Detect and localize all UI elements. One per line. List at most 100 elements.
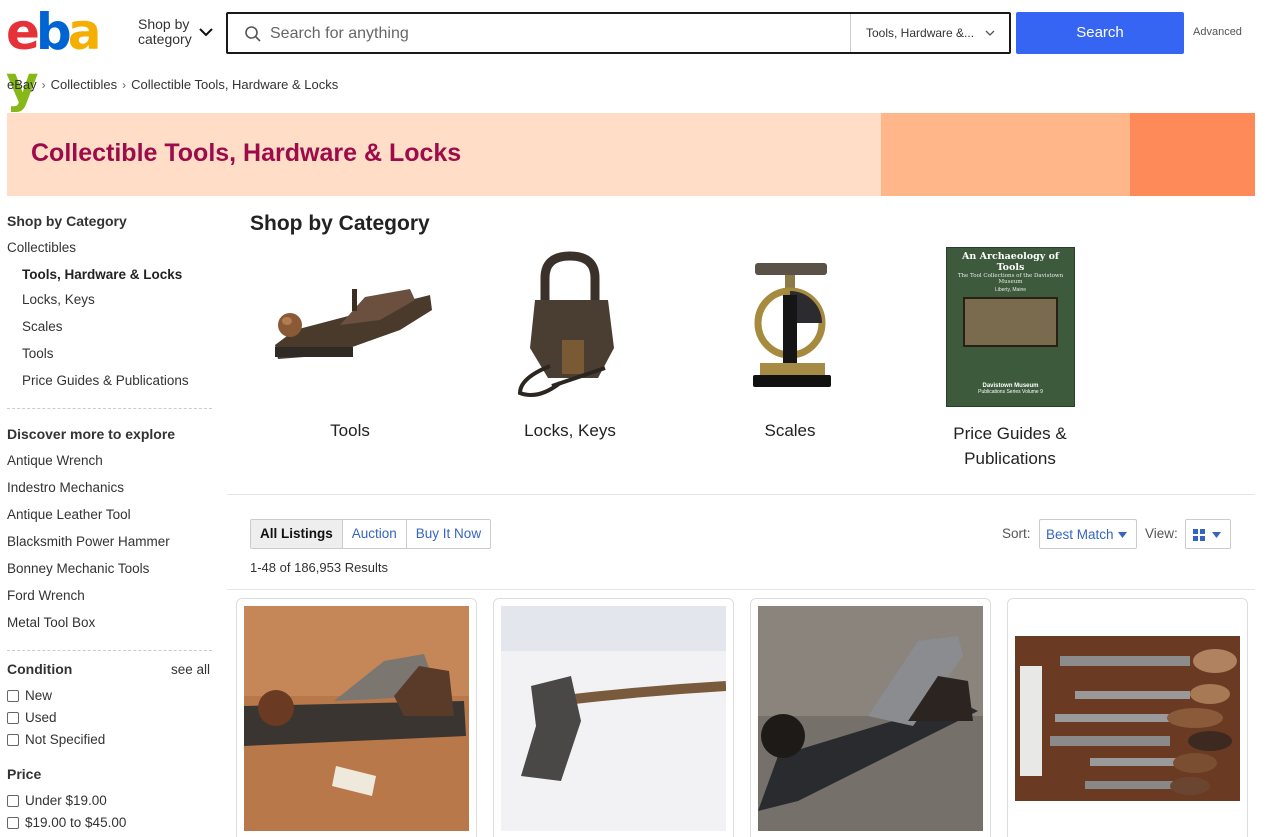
logo-letter-a: a	[67, 3, 102, 61]
listing-card[interactable]	[750, 598, 991, 837]
category-tile-label[interactable]: Locks, Keys	[505, 421, 635, 441]
category-select-value: Tools, Hardware &...	[866, 26, 975, 40]
category-select[interactable]: Tools, Hardware &...	[850, 14, 1009, 52]
book-cover-image[interactable]: An Archaeology of Tools The Tool Collect…	[946, 247, 1075, 407]
header: ebay Shop by category Tools, Hardware &.…	[0, 0, 1274, 110]
checkbox[interactable]	[7, 689, 19, 702]
ebay-logo[interactable]: ebay	[6, 3, 126, 110]
banner-block	[1130, 113, 1255, 196]
divider	[227, 494, 1255, 495]
results-count: 1-48 of 186,953 Results	[250, 560, 389, 575]
checkbox[interactable]	[7, 711, 19, 724]
discover-item[interactable]: Metal Tool Box	[7, 615, 95, 630]
discover-item[interactable]: Ford Wrench	[7, 588, 85, 603]
book-title-text: An Archaeology of Tools	[961, 251, 1060, 273]
filter-option[interactable]: Under $19.00	[7, 793, 107, 808]
chevron-right-icon: ›	[122, 78, 127, 92]
padlock-image[interactable]	[490, 248, 650, 408]
sidebar-item[interactable]: Scales	[22, 319, 63, 334]
sidebar-item-collectibles[interactable]: Collectibles	[7, 240, 76, 255]
caret-down-icon	[1212, 532, 1221, 538]
category-tile-line: Publications	[964, 449, 1056, 468]
sidebar-heading: Discover more to explore	[7, 426, 176, 442]
tab-auction[interactable]: Auction	[341, 520, 406, 548]
book-series-text: Publications Series Volume 9	[978, 389, 1043, 395]
caret-down-icon	[1118, 532, 1127, 538]
view-toggle[interactable]	[1185, 519, 1231, 549]
listing-image[interactable]	[758, 606, 983, 831]
discover-item[interactable]: Antique Wrench	[7, 453, 103, 468]
sidebar-heading: Shop by Category	[7, 213, 127, 229]
logo-letter-e: e	[6, 3, 40, 61]
page-title: Collectible Tools, Hardware & Locks	[31, 139, 462, 167]
book-subtitle-text: The Tool Collections of the Davistown Mu…	[957, 273, 1064, 285]
logo-letter-b: b	[35, 3, 72, 61]
shop-by-line1: Shop by	[138, 16, 190, 32]
breadcrumb-item[interactable]: eBay	[7, 77, 37, 92]
sidebar-item[interactable]: Locks, Keys	[22, 292, 95, 307]
sidebar-item[interactable]: Tools	[22, 346, 54, 361]
search-bar: Tools, Hardware &...	[226, 12, 1011, 54]
filter-option-label: $19.00 to $45.00	[25, 815, 127, 830]
book-place-text: Liberty, Maine	[994, 287, 1027, 293]
divider	[227, 589, 1255, 590]
search-button[interactable]: Search	[1016, 12, 1184, 54]
scale-image[interactable]	[735, 255, 845, 395]
sidebar-item-current[interactable]: Tools, Hardware & Locks	[22, 267, 182, 282]
view-label: View:	[1145, 526, 1178, 541]
filter-option[interactable]: $19.00 to $45.00	[7, 815, 126, 830]
shop-by-category-button[interactable]: Shop by category	[138, 17, 192, 47]
checkbox[interactable]	[7, 733, 19, 746]
chevron-right-icon: ›	[41, 78, 46, 92]
chevron-down-icon	[985, 30, 995, 36]
see-all-link[interactable]: see all	[171, 662, 210, 677]
search-icon	[245, 26, 261, 42]
filter-option[interactable]: Not Specified	[7, 732, 105, 747]
breadcrumb-item[interactable]: Collectibles	[51, 77, 117, 92]
filter-heading-price: Price	[7, 766, 42, 782]
filter-option-label: Under $19.00	[25, 793, 107, 808]
listing-image[interactable]	[501, 606, 726, 831]
category-tile-label[interactable]: Price Guides & Publications	[920, 421, 1100, 471]
divider	[7, 650, 212, 651]
listing-card[interactable]	[236, 598, 477, 837]
grid-view-icon	[1193, 529, 1205, 541]
checkbox[interactable]	[7, 794, 19, 807]
shop-by-line2: category	[138, 31, 192, 47]
filter-option-label: New	[25, 688, 53, 703]
filter-option[interactable]: New	[7, 688, 52, 703]
divider	[7, 408, 212, 409]
filter-heading-condition: Condition	[7, 661, 73, 677]
listing-image[interactable]	[1015, 606, 1240, 831]
category-tile-label[interactable]: Scales	[745, 421, 835, 441]
filter-option[interactable]: Used	[7, 710, 57, 725]
advanced-search-link[interactable]: Advanced	[1193, 26, 1242, 38]
discover-item[interactable]: Indestro Mechanics	[7, 480, 124, 495]
discover-item[interactable]: Blacksmith Power Hammer	[7, 534, 170, 549]
category-tile-line: Price Guides &	[953, 424, 1067, 443]
tab-buy-it-now[interactable]: Buy It Now	[405, 520, 490, 548]
banner-block	[881, 113, 1131, 196]
discover-item[interactable]: Antique Leather Tool	[7, 507, 131, 522]
sort-value: Best Match	[1046, 527, 1114, 542]
listing-card[interactable]	[1007, 598, 1248, 837]
discover-item[interactable]: Bonney Mechanic Tools	[7, 561, 149, 576]
sort-dropdown[interactable]: Best Match	[1039, 519, 1137, 549]
tab-all-listings[interactable]: All Listings	[251, 520, 342, 548]
checkbox[interactable]	[7, 816, 19, 829]
book-photo	[963, 297, 1058, 347]
listing-image[interactable]	[244, 606, 469, 831]
category-banner: Collectible Tools, Hardware & Locks	[7, 113, 1255, 196]
filter-option-label: Not Specified	[25, 732, 106, 747]
sort-label: Sort:	[1002, 526, 1031, 541]
breadcrumb-item[interactable]: Collectible Tools, Hardware & Locks	[131, 77, 338, 92]
chevron-down-icon[interactable]	[198, 24, 214, 40]
hand-plane-image[interactable]	[270, 275, 435, 375]
filter-option-label: Used	[25, 710, 57, 725]
listing-type-tabs: All Listings Auction Buy It Now	[250, 519, 492, 549]
category-tile-label[interactable]: Tools	[300, 421, 400, 441]
sidebar-item[interactable]: Price Guides & Publications	[22, 373, 189, 388]
listing-card[interactable]	[493, 598, 734, 837]
search-input[interactable]	[270, 22, 840, 46]
section-title: Shop by Category	[250, 212, 430, 235]
